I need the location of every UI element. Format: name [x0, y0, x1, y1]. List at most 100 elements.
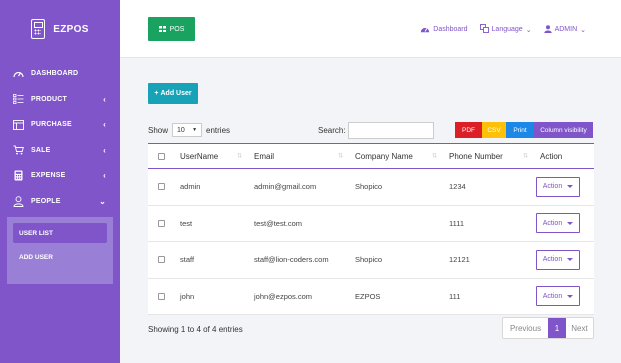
user-icon	[13, 196, 24, 207]
next-page-button[interactable]: Next	[566, 318, 593, 338]
sidebar-item-label: PEOPLE	[31, 197, 61, 205]
column-header-label: Phone Number	[449, 151, 503, 161]
search-input[interactable]	[347, 122, 434, 139]
sidebar-item-sale[interactable]: SALE ‹	[0, 138, 120, 164]
row-select-cell	[148, 205, 172, 242]
previous-page-button[interactable]: Previous	[503, 318, 548, 338]
add-user-label: Add User	[160, 90, 192, 97]
cell-phone: 1111	[449, 218, 465, 228]
csv-button[interactable]: CSV	[482, 122, 506, 138]
action-label: Action	[542, 292, 563, 300]
column-header-username[interactable]: UserName ⇅	[172, 144, 246, 169]
cell-email: john@ezpos.com	[254, 291, 313, 301]
cell-company: Shopico	[355, 255, 383, 265]
dashboard-icon	[420, 25, 430, 35]
entries-label: entries	[206, 125, 231, 135]
action-dropdown-button[interactable]: Action	[536, 286, 580, 307]
column-visibility-button[interactable]: Column visibility	[534, 122, 593, 138]
sidebar-item-expense[interactable]: EXPENSE ‹	[0, 163, 120, 189]
column-header-label: Company Name	[355, 151, 413, 161]
row-checkbox[interactable]	[158, 183, 165, 191]
pos-button-label: POS	[169, 25, 185, 33]
page-1-button[interactable]: 1	[548, 318, 566, 338]
sort-icon: ⇅	[431, 153, 437, 160]
submenu-item-add-user[interactable]: ADD USER	[13, 247, 107, 267]
cell-company	[347, 205, 441, 242]
pos-button[interactable]: POS	[148, 17, 195, 41]
language-dropdown[interactable]: Language ⌄	[479, 24, 532, 35]
select-all-checkbox[interactable]	[158, 152, 165, 160]
plus-icon: +	[154, 90, 159, 97]
list-icon	[13, 94, 24, 105]
sidebar: EZPOS DASHBOARD PRODUCT ‹ PURCHASE ‹ SAL…	[0, 0, 120, 363]
cell-email: staff@lion-coders.com	[254, 255, 329, 265]
sidebar-menu: DASHBOARD PRODUCT ‹ PURCHASE ‹ SALE ‹ EX…	[0, 61, 120, 214]
show-label: Show	[148, 125, 169, 135]
main-content: + Add User Show 10 ▼ entries Search: PDF…	[120, 58, 621, 363]
action-label: Action	[542, 219, 563, 227]
column-header-company[interactable]: Company Name ⇅	[347, 144, 441, 169]
add-user-button[interactable]: + Add User	[148, 83, 198, 104]
cell-username: john	[180, 291, 195, 301]
sidebar-item-dashboard[interactable]: DASHBOARD	[0, 61, 120, 87]
select-all-cell	[148, 144, 172, 169]
cell-username: test	[180, 218, 193, 228]
entries-length: Show 10 ▼ entries	[148, 123, 230, 137]
row-select-cell	[148, 169, 172, 206]
search-label: Search:	[318, 126, 346, 135]
row-select-cell	[148, 242, 172, 279]
language-label: Language	[491, 26, 523, 33]
sidebar-item-people[interactable]: PEOPLE ⌄	[0, 189, 120, 215]
table-row: admin admin@gmail.com Shopico 1234 Actio…	[148, 169, 594, 206]
cell-email: admin@gmail.com	[254, 182, 317, 192]
people-submenu: USER LIST ADD USER	[7, 217, 113, 284]
entries-select[interactable]: 10 ▼	[172, 123, 203, 137]
row-checkbox[interactable]	[158, 219, 165, 227]
sidebar-item-label: PRODUCT	[31, 95, 68, 103]
user-table: UserName ⇅ Email ⇅ Company Name ⇅ Phone Num…	[148, 143, 594, 315]
print-button[interactable]: Print	[506, 122, 534, 138]
sidebar-item-product[interactable]: PRODUCT ‹	[0, 87, 120, 113]
admin-label: ADMIN	[554, 26, 578, 33]
submenu-item-user-list[interactable]: USER LIST	[13, 223, 107, 243]
row-checkbox[interactable]	[158, 256, 165, 264]
pos-terminal-icon	[31, 19, 46, 39]
calculator-icon	[13, 170, 24, 181]
table-row: john john@ezpos.com EZPOS 111 Action	[148, 278, 594, 315]
column-header-label: Action	[540, 151, 563, 161]
pdf-button[interactable]: PDF	[455, 122, 482, 138]
cell-username: admin	[180, 182, 201, 192]
column-header-action: Action	[532, 144, 594, 169]
sort-icon: ⇅	[522, 153, 528, 160]
grid-icon	[158, 26, 166, 32]
column-header-phone[interactable]: Phone Number ⇅	[441, 144, 532, 169]
sidebar-item-purchase[interactable]: PURCHASE ‹	[0, 112, 120, 138]
caret-down-icon	[567, 294, 574, 298]
action-label: Action	[542, 256, 563, 264]
chevron-left-icon: ‹	[103, 145, 106, 155]
entries-value: 10	[177, 126, 185, 134]
cell-company: Shopico	[355, 182, 383, 192]
column-header-email[interactable]: Email ⇅	[246, 144, 347, 169]
caret-down-icon	[567, 258, 574, 262]
chevron-left-icon: ‹	[103, 120, 106, 130]
action-dropdown-button[interactable]: Action	[536, 249, 580, 270]
action-dropdown-button[interactable]: Action	[536, 213, 580, 234]
sort-icon: ⇅	[236, 153, 242, 160]
cart-icon	[13, 145, 24, 156]
user-icon	[543, 24, 552, 35]
chevron-down-icon: ⌄	[99, 196, 106, 206]
action-dropdown-button[interactable]: Action	[536, 176, 580, 197]
cell-action: Action	[532, 278, 594, 315]
cell-phone: 1234	[449, 182, 466, 192]
row-select-cell	[148, 278, 172, 315]
dashboard-link[interactable]: Dashboard	[420, 25, 468, 35]
chevron-down-icon: ⌄	[580, 26, 586, 34]
chevron-down-icon: ⌄	[525, 26, 532, 34]
row-checkbox[interactable]	[158, 292, 165, 300]
caret-down-icon	[567, 185, 574, 189]
top-links: Dashboard Language ⌄ ADMIN ⌄	[420, 24, 586, 35]
brand[interactable]: EZPOS	[0, 0, 120, 58]
cell-phone: 12121	[449, 255, 470, 265]
admin-dropdown[interactable]: ADMIN ⌄	[543, 24, 586, 35]
